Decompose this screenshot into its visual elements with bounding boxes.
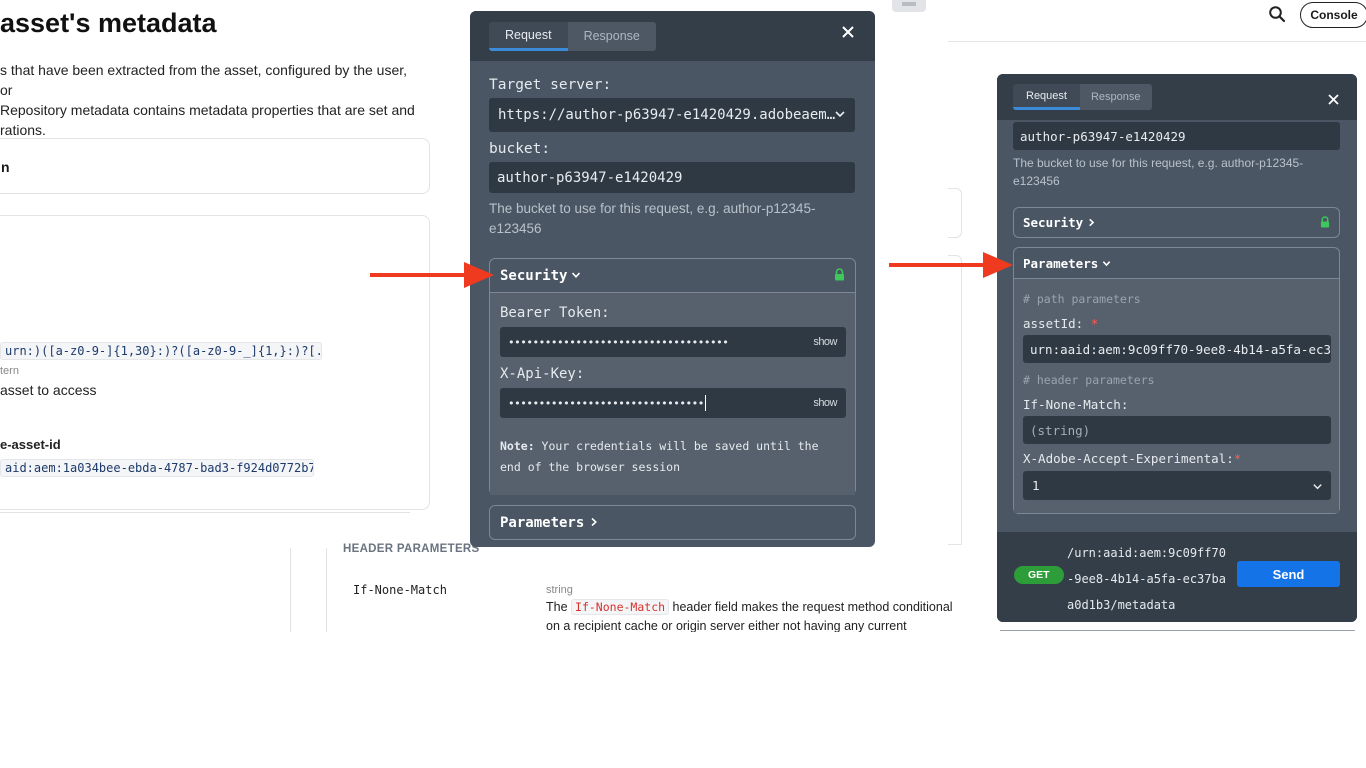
try-it-panel-left: Request Response Target server: https://… xyxy=(470,11,875,547)
search-icon[interactable] xyxy=(1268,5,1286,28)
example-label: e-asset-id xyxy=(0,437,61,452)
console-button[interactable]: Console xyxy=(1300,2,1366,28)
lock-icon xyxy=(1320,216,1330,231)
text-cursor xyxy=(704,395,707,411)
divider xyxy=(326,548,327,632)
example-code: aid:aem:1a034bee-ebda-4787-bad3-f924d077… xyxy=(0,459,314,477)
credentials-note: Note: Your credentials will be saved unt… xyxy=(500,439,819,474)
header-params-comment: # header parameters xyxy=(1023,373,1155,387)
chevron-down-icon xyxy=(1102,256,1111,271)
chevron-down-icon xyxy=(834,108,846,124)
param-description: The If-None-Match header field makes the… xyxy=(546,599,953,615)
arrow-annotation-icon xyxy=(889,252,1013,278)
param-type: string xyxy=(546,584,573,596)
security-section[interactable]: Security xyxy=(1013,207,1340,238)
parameters-section[interactable]: Parameters xyxy=(489,505,856,540)
card-edge xyxy=(948,255,962,545)
if-none-match-input[interactable]: (string) xyxy=(1023,416,1331,444)
security-toggle[interactable]: Security xyxy=(490,259,855,292)
security-section: Security Bearer Token: •••••••••••••••••… xyxy=(489,258,856,495)
card-edge xyxy=(948,188,962,238)
chevron-right-icon xyxy=(1087,215,1096,230)
asset-id-label: assetId: * xyxy=(1023,316,1099,331)
path-params-comment: # path parameters xyxy=(1023,292,1141,306)
pattern-code: urn:)([a-z0-9-]{1,30}:)?([a-z0-9-_]{1,}:… xyxy=(0,342,322,360)
target-server-label: Target server: xyxy=(489,77,612,93)
panel-header: Request Response xyxy=(997,74,1357,120)
bucket-hint: The bucket to use for this request, e.g.… xyxy=(489,201,816,236)
request-url: /urn:aaid:aem:9c09ff70 -9ee8-4b14-a5fa-e… xyxy=(1067,546,1226,612)
chevron-down-icon xyxy=(1312,480,1323,495)
bearer-token-input[interactable]: •••••••••••••••••••••••••••••••••••• sho… xyxy=(500,327,846,357)
show-bearer-button[interactable]: show xyxy=(813,336,837,348)
page-title: asset's metadata xyxy=(0,8,217,38)
topbar-divider xyxy=(948,41,1366,42)
api-key-label: X-Api-Key: xyxy=(500,366,585,382)
asset-access-text: asset to access xyxy=(0,382,97,398)
try-it-panel-right: Request Response author-p63947-e1420429 … xyxy=(997,74,1357,622)
experimental-label: X-Adobe-Accept-Experimental:* xyxy=(1023,451,1242,466)
scroll-handle[interactable] xyxy=(892,0,926,12)
security-toggle[interactable]: Security xyxy=(1014,208,1339,237)
blank-area xyxy=(0,632,1366,768)
tab-response[interactable]: Response xyxy=(1079,84,1152,110)
divider xyxy=(1000,630,1355,631)
asset-id-input[interactable]: urn:aaid:aem:9c09ff70-9ee8-4b14-a5fa-ec3… xyxy=(1023,335,1331,363)
arrow-annotation-icon xyxy=(370,262,494,288)
target-server-select[interactable]: https://author-p63947-e1420429.adobeaem… xyxy=(489,98,855,132)
divider xyxy=(290,548,291,632)
param-name: If-None-Match xyxy=(353,583,447,597)
bucket-input[interactable]: author-p63947-e1420429 xyxy=(1013,122,1340,150)
header-parameters-title: HEADER PARAMETERS xyxy=(343,543,480,555)
close-icon[interactable] xyxy=(1327,89,1340,112)
parameters-body: # path parameters assetId: * urn:aaid:ae… xyxy=(1014,278,1339,513)
tab-request[interactable]: Request xyxy=(1013,84,1080,110)
parameters-section: Parameters # path parameters assetId: * … xyxy=(1013,247,1340,514)
panel-header: Request Response xyxy=(470,11,875,61)
experimental-select[interactable]: 1 xyxy=(1023,471,1331,500)
divider xyxy=(0,512,410,513)
bearer-token-label: Bearer Token: xyxy=(500,305,610,321)
close-icon[interactable] xyxy=(840,23,856,46)
chevron-right-icon xyxy=(589,515,599,531)
bucket-input[interactable]: author-p63947-e1420429 xyxy=(489,162,855,193)
bucket-hint: The bucket to use for this request, e.g.… xyxy=(1013,156,1304,188)
request-footer: GET /urn:aaid:aem:9c09ff70 -9ee8-4b14-a5… xyxy=(997,532,1357,622)
show-api-key-button[interactable]: show xyxy=(813,397,837,409)
collapsed-card[interactable]: n xyxy=(0,138,430,194)
chevron-down-icon xyxy=(571,268,581,284)
if-none-match-label: If-None-Match: xyxy=(1023,397,1129,412)
intro-paragraph: s that have been extracted from the asse… xyxy=(0,62,415,138)
inline-code: If-None-Match xyxy=(571,599,670,615)
bucket-label: bucket: xyxy=(489,141,551,157)
required-mark: * xyxy=(1233,451,1242,466)
tab-request[interactable]: Request xyxy=(489,21,568,51)
required-mark: * xyxy=(1090,316,1099,331)
lock-icon xyxy=(834,268,845,285)
parameters-toggle[interactable]: Parameters xyxy=(490,506,855,539)
pattern-label: tern xyxy=(0,365,19,377)
api-key-input[interactable]: •••••••••••••••••••••••••••••••• show xyxy=(500,388,846,418)
send-button[interactable]: Send xyxy=(1237,561,1340,587)
tab-response[interactable]: Response xyxy=(567,21,656,51)
security-body: Bearer Token: ••••••••••••••••••••••••••… xyxy=(490,292,855,495)
param-description-line2: on a recipient cache or origin server ei… xyxy=(546,619,907,633)
parameters-toggle[interactable]: Parameters xyxy=(1014,248,1339,278)
method-badge: GET xyxy=(1014,566,1064,584)
